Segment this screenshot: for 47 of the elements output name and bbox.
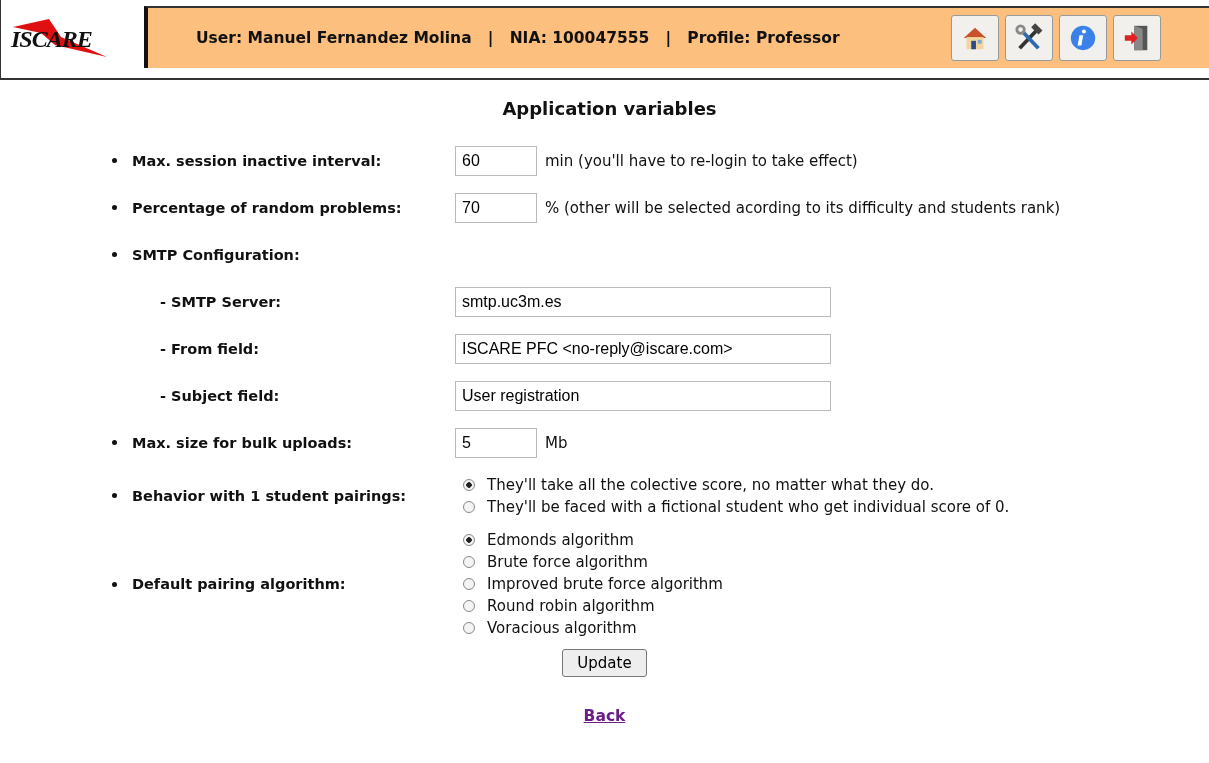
bullet-icon	[112, 581, 117, 587]
settings-button[interactable]	[1005, 15, 1053, 61]
section-label: SMTP Configuration:	[132, 246, 300, 263]
update-button[interactable]: Update	[562, 649, 647, 677]
radio-label: They'll be faced with a fictional student who get individual score of 0.	[487, 497, 1010, 516]
setting-label: Max. session inactive interval:	[132, 152, 382, 169]
radio-label: They'll take all the colective score, no matter what they do.	[487, 475, 934, 494]
setting-label: Max. size for bulk uploads:	[132, 434, 353, 451]
radio-label: Round robin algorithm	[487, 597, 655, 615]
home-button[interactable]	[951, 15, 999, 61]
back-link[interactable]: Back	[583, 707, 626, 725]
input-field[interactable]: 70	[455, 192, 537, 223]
setting-label: Percentage of random problems:	[132, 199, 402, 216]
user-info: User: Manuel Fernandez Molina | NIA: 100047555 | Profile: Professor	[196, 29, 840, 47]
radio-button[interactable]	[463, 534, 475, 546]
radio-label: Improved brute force algorithm	[487, 575, 723, 593]
setting-label: - From field:	[160, 340, 260, 357]
setting-label: - Subject field:	[160, 387, 280, 404]
bullet-icon	[112, 158, 117, 163]
radio-label: Brute force algorithm	[487, 553, 648, 571]
page-title: Application variables	[501, 98, 718, 119]
setting-label: Behavior with 1 student pairings:	[132, 487, 407, 504]
info-icon	[1068, 23, 1098, 53]
radio-button[interactable]	[463, 556, 475, 568]
info-button[interactable]	[1059, 15, 1107, 61]
setting-label: Default pairing algorithm:	[132, 576, 346, 592]
radio-button[interactable]	[463, 622, 475, 634]
radio-label: Voracious algorithm	[487, 619, 637, 637]
bullet-icon	[112, 440, 117, 445]
input-field[interactable]: ISCARE PFC <no-reply@iscare.com>	[455, 333, 831, 364]
setting-note: min (you'll have to re-login to take effect)	[545, 151, 858, 170]
radio-button[interactable]	[463, 600, 475, 612]
setting-note: % (other will be selected acording to its difficulty and students rank)	[545, 198, 1061, 217]
input-field[interactable]: User registration	[455, 380, 831, 411]
radio-label: Edmonds algorithm	[487, 531, 634, 549]
bullet-icon	[112, 205, 117, 210]
bullet-icon	[112, 252, 117, 257]
input-field[interactable]: 5	[455, 427, 537, 458]
setting-note: Mb	[545, 433, 568, 452]
setting-label: - SMTP Server:	[160, 293, 282, 310]
input-field[interactable]: 60	[455, 145, 537, 176]
radio-button[interactable]	[463, 500, 475, 513]
radio-button[interactable]	[463, 578, 475, 590]
exit-button[interactable]	[1113, 15, 1161, 61]
input-field[interactable]: smtp.uc3m.es	[455, 286, 831, 317]
bullet-icon	[112, 493, 117, 498]
radio-button[interactable]	[463, 478, 475, 491]
